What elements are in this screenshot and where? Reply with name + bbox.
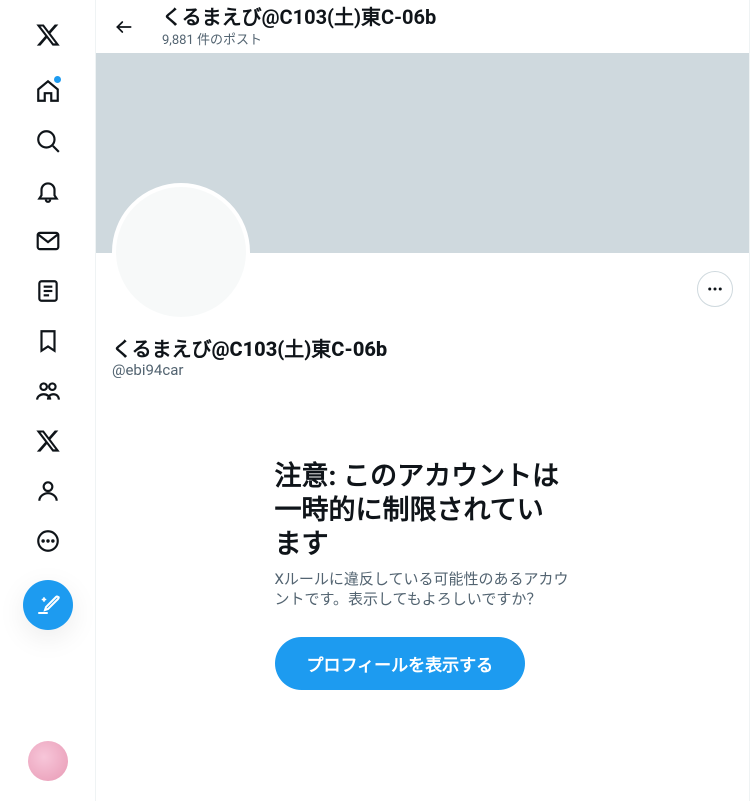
x-logo[interactable] [23, 10, 73, 60]
nav-messages[interactable] [23, 216, 73, 266]
profile-handle: @ebi94car [112, 361, 733, 379]
nav-lists[interactable] [23, 266, 73, 316]
warning-title: 注意: このアカウントは一時的に制限されています [275, 459, 571, 561]
show-profile-button[interactable]: プロフィールを表示する [275, 637, 526, 690]
compose-button[interactable] [23, 580, 73, 630]
profile-more-button[interactable] [697, 271, 733, 307]
nav-notifications[interactable] [23, 166, 73, 216]
nav-more[interactable] [23, 516, 73, 566]
restricted-warning: 注意: このアカウントは一時的に制限されています Xルールに違反している可能性の… [243, 459, 603, 690]
warning-body: Xルールに違反している可能性のあるアカウントです。表示してもよろしいですか？ [275, 569, 571, 609]
profile-header: くるまえび@C103(土)東C-06b @ebi94car [96, 253, 749, 379]
sidebar [0, 0, 95, 801]
topbar-post-count: 9,881 件のポスト [162, 29, 436, 48]
profile-display-name: くるまえび@C103(土)東C-06b [112, 337, 733, 361]
topbar-title: くるまえび@C103(土)東C-06b [162, 5, 436, 29]
nav-premium[interactable] [23, 416, 73, 466]
account-switcher[interactable] [28, 741, 68, 781]
nav-home[interactable] [23, 66, 73, 116]
back-button[interactable] [106, 9, 142, 45]
nav-profile[interactable] [23, 466, 73, 516]
nav-bookmarks[interactable] [23, 316, 73, 366]
profile-avatar[interactable] [112, 183, 250, 321]
main-column: くるまえび@C103(土)東C-06b 9,881 件のポスト くるまえび@C1… [95, 0, 750, 801]
topbar: くるまえび@C103(土)東C-06b 9,881 件のポスト [96, 0, 749, 53]
home-notification-dot [54, 76, 61, 83]
nav-explore[interactable] [23, 116, 73, 166]
nav-communities[interactable] [23, 366, 73, 416]
